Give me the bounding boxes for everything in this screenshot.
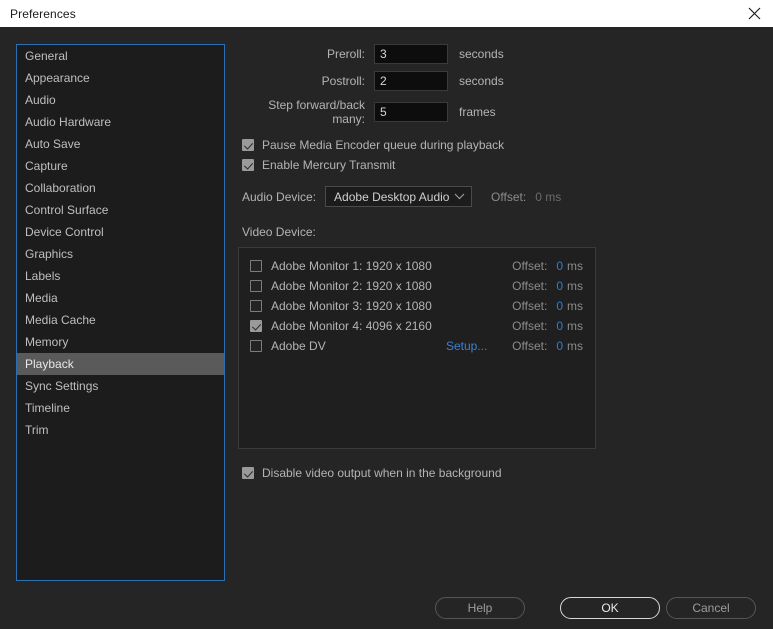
sidebar-item-graphics[interactable]: Graphics [17, 243, 224, 265]
enable-mercury-transmit-label: Enable Mercury Transmit [262, 158, 396, 172]
preroll-unit: seconds [459, 47, 504, 61]
audio-device-value: Adobe Desktop Audio [334, 189, 450, 204]
video-device-title: Video Device: [242, 225, 316, 239]
video-device-checkbox[interactable] [250, 260, 262, 272]
video-device-offset-unit: ms [567, 339, 583, 353]
video-device-row[interactable]: Adobe Monitor 4: 4096 x 2160 Offset: 0 ms [239, 316, 595, 336]
sidebar-item-device-control[interactable]: Device Control [17, 221, 224, 243]
video-device-offset-value[interactable]: 0 [556, 339, 563, 353]
video-device-offset-label: Offset: [512, 319, 548, 333]
preroll-label: Preroll: [326, 47, 365, 61]
video-device-name: Adobe DV [271, 339, 326, 353]
video-device-offset-unit: ms [567, 299, 583, 313]
audio-device-offset-label: Offset: [491, 189, 527, 204]
sidebar-item-appearance[interactable]: Appearance [17, 67, 224, 89]
video-device-offset-label: Offset: [512, 299, 548, 313]
sidebar-item-labels[interactable]: Labels [17, 265, 224, 287]
postroll-row: Postroll: seconds [236, 71, 761, 91]
disable-video-output-checkbox[interactable] [242, 467, 254, 479]
close-icon[interactable] [735, 0, 773, 27]
audio-device-offset-value: 0 ms [535, 189, 562, 204]
help-button[interactable]: Help [435, 597, 525, 619]
video-device-offset-label: Offset: [512, 259, 548, 273]
step-input[interactable] [374, 102, 448, 122]
video-device-name: Adobe Monitor 4: 4096 x 2160 [271, 319, 432, 333]
cancel-button[interactable]: Cancel [666, 597, 756, 619]
postroll-unit: seconds [459, 74, 504, 88]
video-device-offset-unit: ms [567, 279, 583, 293]
sidebar-item-media[interactable]: Media [17, 287, 224, 309]
sidebar-item-control-surface[interactable]: Control Surface [17, 199, 224, 221]
step-unit: frames [459, 105, 496, 119]
preroll-row: Preroll: seconds [236, 44, 761, 64]
sidebar-item-audio[interactable]: Audio [17, 89, 224, 111]
pause-media-encoder-label: Pause Media Encoder queue during playbac… [262, 138, 505, 152]
enable-mercury-transmit-row[interactable]: Enable Mercury Transmit [242, 158, 761, 172]
sidebar-item-playback[interactable]: Playback [17, 353, 224, 375]
sidebar-item-audio-hardware[interactable]: Audio Hardware [17, 111, 224, 133]
postroll-input[interactable] [374, 71, 448, 91]
sidebar-item-trim[interactable]: Trim [17, 419, 224, 441]
sidebar-item-auto-save[interactable]: Auto Save [17, 133, 224, 155]
video-device-offset-value[interactable]: 0 [556, 319, 563, 333]
video-device-offset-label: Offset: [512, 339, 548, 353]
video-device-row[interactable]: Adobe DV Setup... Offset: 0 ms [239, 336, 595, 356]
sidebar-item-general[interactable]: General [17, 45, 224, 67]
video-device-name: Adobe Monitor 3: 1920 x 1080 [271, 299, 432, 313]
sidebar-item-media-cache[interactable]: Media Cache [17, 309, 224, 331]
video-device-checkbox[interactable] [250, 280, 262, 292]
video-device-row[interactable]: Adobe Monitor 1: 1920 x 1080 Offset: 0 ms [239, 256, 595, 276]
disable-video-output-row[interactable]: Disable video output when in the backgro… [242, 466, 761, 480]
step-row: Step forward/back many: frames [236, 98, 761, 126]
sidebar-item-sync-settings[interactable]: Sync Settings [17, 375, 224, 397]
chevron-down-icon [454, 193, 465, 200]
video-device-offset-unit: ms [567, 259, 583, 273]
pause-media-encoder-row[interactable]: Pause Media Encoder queue during playbac… [242, 138, 761, 152]
audio-device-row: Audio Device: Adobe Desktop Audio Offset… [242, 186, 761, 207]
preroll-input[interactable] [374, 44, 448, 64]
sidebar-item-memory[interactable]: Memory [17, 331, 224, 353]
window-title: Preferences [10, 6, 76, 21]
sidebar-item-collaboration[interactable]: Collaboration [17, 177, 224, 199]
audio-device-label: Audio Device: [242, 189, 317, 204]
video-device-checkbox[interactable] [250, 300, 262, 312]
dialog-footer: Help OK Cancel [0, 597, 773, 629]
step-label: Step forward/back many: [268, 98, 365, 126]
video-device-offset-value[interactable]: 0 [556, 279, 563, 293]
enable-mercury-transmit-checkbox[interactable] [242, 159, 254, 171]
video-device-name: Adobe Monitor 2: 1920 x 1080 [271, 279, 432, 293]
video-device-row[interactable]: Adobe Monitor 2: 1920 x 1080 Offset: 0 ms [239, 276, 595, 296]
title-bar: Preferences [0, 0, 773, 27]
video-device-name: Adobe Monitor 1: 1920 x 1080 [271, 259, 432, 273]
video-device-offset-value[interactable]: 0 [556, 299, 563, 313]
sidebar-item-timeline[interactable]: Timeline [17, 397, 224, 419]
video-device-row[interactable]: Adobe Monitor 3: 1920 x 1080 Offset: 0 ms [239, 296, 595, 316]
video-device-setup-link[interactable]: Setup... [446, 339, 487, 353]
playback-settings-pane: Preroll: seconds Postroll: seconds Step … [236, 44, 761, 581]
postroll-label: Postroll: [321, 74, 365, 88]
video-device-checkbox[interactable] [250, 340, 262, 352]
video-device-offset-value[interactable]: 0 [556, 259, 563, 273]
video-device-offset-label: Offset: [512, 279, 548, 293]
category-list[interactable]: General Appearance Audio Audio Hardware Auto… [16, 44, 225, 581]
pause-media-encoder-checkbox[interactable] [242, 139, 254, 151]
video-device-checkbox[interactable] [250, 320, 262, 332]
preferences-dialog: Preferences General Appearance Audio Audio … [0, 0, 773, 629]
video-device-offset-unit: ms [567, 319, 583, 333]
video-device-list[interactable]: Adobe Monitor 1: 1920 x 1080 Offset: 0 ms Ad… [238, 247, 596, 449]
ok-button[interactable]: OK [560, 597, 660, 619]
audio-device-select[interactable]: Adobe Desktop Audio [325, 186, 473, 207]
sidebar-item-capture[interactable]: Capture [17, 155, 224, 177]
disable-video-output-label: Disable video output when in the backgro… [262, 466, 502, 480]
